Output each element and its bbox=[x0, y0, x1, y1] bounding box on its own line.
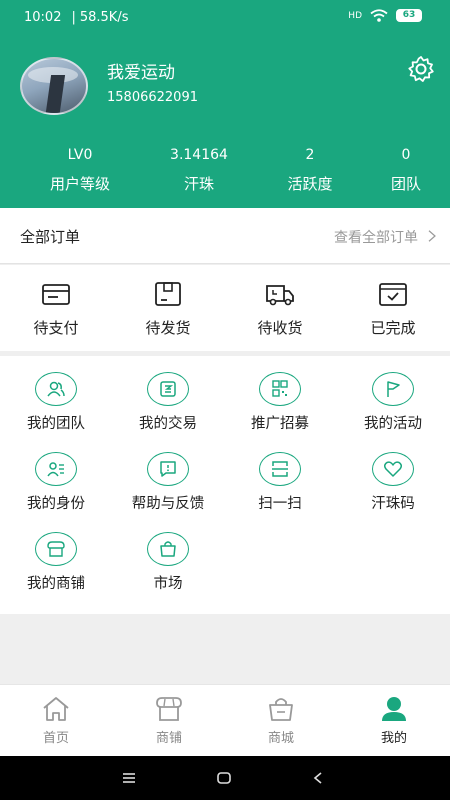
user-icon bbox=[382, 697, 406, 721]
service-my-shop[interactable]: 我的商铺 bbox=[0, 532, 112, 593]
store-icon bbox=[156, 697, 182, 721]
service-promotion[interactable]: 推广招募 bbox=[224, 372, 336, 433]
stat-activity[interactable]: 2 活跃度 bbox=[260, 145, 360, 194]
service-help-feedback[interactable]: 帮助与反馈 bbox=[112, 452, 224, 513]
home-icon bbox=[43, 697, 69, 721]
status-time: 10:02 bbox=[24, 9, 62, 25]
order-pending-receipt[interactable]: 待收货 bbox=[224, 281, 336, 338]
order-status-row: 待支付 待发货 待收货 已完成 bbox=[0, 265, 450, 351]
menu-icon[interactable] bbox=[121, 772, 137, 784]
wallet-icon bbox=[42, 284, 70, 305]
orders-header[interactable]: 全部订单 查看全部订单 bbox=[0, 208, 450, 264]
trade-icon bbox=[160, 381, 176, 397]
check-box-icon bbox=[379, 283, 407, 306]
tab-home[interactable]: 首页 bbox=[16, 695, 96, 746]
system-nav-bar bbox=[0, 756, 450, 800]
status-speed: 58.5K/s bbox=[79, 9, 129, 25]
order-pending-payment[interactable]: 待支付 bbox=[0, 281, 112, 338]
gear-icon[interactable] bbox=[407, 55, 435, 83]
tab-store[interactable]: 商铺 bbox=[129, 695, 209, 746]
wifi-icon bbox=[370, 9, 388, 22]
truck-icon bbox=[266, 285, 294, 306]
service-sweat-code[interactable]: 汗珠码 bbox=[337, 452, 449, 513]
home-button-icon[interactable] bbox=[216, 771, 232, 785]
flag-icon bbox=[387, 381, 400, 397]
tab-mall[interactable]: 商城 bbox=[241, 695, 321, 746]
services-grid: 我的团队 我的交易 推广招募 我的活动 我的身份 帮助与反馈 扫一扫 汗珠码 我… bbox=[0, 356, 450, 614]
order-pending-shipment[interactable]: 待发货 bbox=[112, 281, 224, 338]
feedback-icon bbox=[160, 461, 176, 477]
username: 我爱运动 bbox=[107, 63, 175, 83]
status-icons: HD 63 bbox=[348, 9, 422, 22]
stat-sweat[interactable]: 3.14164 汗珠 bbox=[149, 145, 249, 194]
service-market[interactable]: 市场 bbox=[112, 532, 224, 593]
bottom-tab-bar: 首页 商铺 商城 我的 bbox=[0, 684, 450, 756]
order-completed[interactable]: 已完成 bbox=[337, 281, 449, 338]
profile-header: 10:02 | 58.5K/s HD 63 我爱运动 15806622091 L… bbox=[0, 0, 450, 208]
stat-team[interactable]: 0 团队 bbox=[356, 145, 450, 194]
heart-icon bbox=[383, 461, 403, 477]
id-icon bbox=[47, 462, 64, 477]
chevron-right-icon bbox=[428, 230, 436, 242]
service-my-team[interactable]: 我的团队 bbox=[0, 372, 112, 433]
avatar[interactable] bbox=[20, 57, 88, 115]
view-all-orders-link[interactable]: 查看全部订单 bbox=[334, 227, 418, 247]
qrcode-icon bbox=[272, 380, 288, 397]
battery-icon: 63 bbox=[396, 9, 422, 22]
phone-number: 15806622091 bbox=[107, 90, 198, 105]
scan-icon bbox=[272, 461, 288, 477]
back-icon[interactable] bbox=[312, 771, 324, 785]
orders-title: 全部订单 bbox=[20, 228, 81, 246]
network-label: HD bbox=[348, 10, 362, 21]
package-icon bbox=[155, 282, 181, 306]
service-my-activities[interactable]: 我的活动 bbox=[337, 372, 449, 433]
bag-icon bbox=[160, 541, 176, 557]
stat-level[interactable]: LV0 用户等级 bbox=[30, 145, 130, 194]
service-scan[interactable]: 扫一扫 bbox=[224, 452, 336, 513]
shop-icon bbox=[47, 541, 65, 557]
tab-mine[interactable]: 我的 bbox=[354, 695, 434, 746]
service-my-identity[interactable]: 我的身份 bbox=[0, 452, 112, 513]
mall-icon bbox=[269, 698, 293, 721]
team-icon bbox=[47, 381, 65, 397]
service-my-trades[interactable]: 我的交易 bbox=[112, 372, 224, 433]
